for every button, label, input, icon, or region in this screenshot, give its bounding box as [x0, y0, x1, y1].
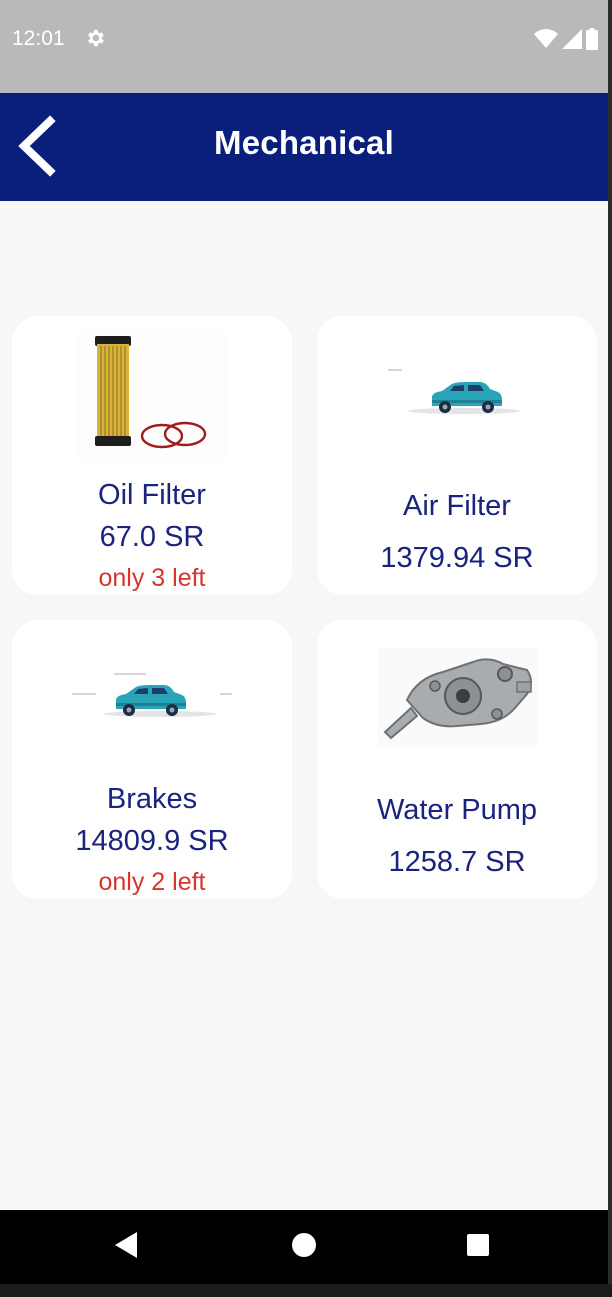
circle-home-icon [292, 1232, 316, 1262]
product-name: Water Pump [376, 794, 538, 826]
triangle-back-icon [115, 1231, 137, 1263]
product-name: Oil Filter [98, 479, 206, 511]
battery-icon [586, 28, 598, 55]
stock-warning: only 2 left [98, 868, 206, 896]
nav-back-button[interactable] [86, 1210, 166, 1284]
status-bar: 12:01 [0, 0, 608, 93]
product-name: Brakes [106, 783, 198, 815]
app-screen: 12:01 Mechanical Oil Filter 67.0 SR only… [0, 0, 608, 1297]
signal-icon [562, 29, 582, 54]
water-pump-image [317, 648, 597, 748]
oil-filter-image [12, 330, 292, 462]
car-placeholder-image [317, 362, 597, 422]
nav-recents-button[interactable] [438, 1210, 518, 1284]
page-title: Mechanical [214, 124, 394, 161]
nav-home-button[interactable] [264, 1210, 344, 1284]
screen-edge [608, 0, 612, 1297]
square-recents-icon [467, 1233, 489, 1261]
car-placeholder-image [12, 664, 292, 724]
gear-icon [84, 27, 106, 54]
bottom-edge [0, 1284, 612, 1297]
product-price: 14809.9 SR [75, 825, 229, 857]
status-icons [534, 28, 598, 55]
product-price: 67.0 SR [99, 521, 205, 553]
product-price: 1258.7 SR [388, 846, 526, 878]
system-nav-bar [0, 1210, 608, 1284]
chevron-left-icon [12, 115, 64, 181]
app-bar: Mechanical [0, 93, 608, 201]
stock-warning: only 3 left [98, 564, 206, 592]
wifi-icon [534, 29, 558, 54]
product-card-oil-filter[interactable]: Oil Filter 67.0 SR only 3 left [12, 316, 292, 595]
product-card-brakes[interactable]: Brakes 14809.9 SR only 2 left [12, 620, 292, 899]
product-card-air-filter[interactable]: Air Filter 1379.94 SR [317, 316, 597, 595]
status-time: 12:01 [12, 27, 65, 50]
product-name: Air Filter [403, 490, 511, 522]
product-price: 1379.94 SR [380, 542, 534, 574]
product-card-water-pump[interactable]: Water Pump 1258.7 SR [317, 620, 597, 899]
